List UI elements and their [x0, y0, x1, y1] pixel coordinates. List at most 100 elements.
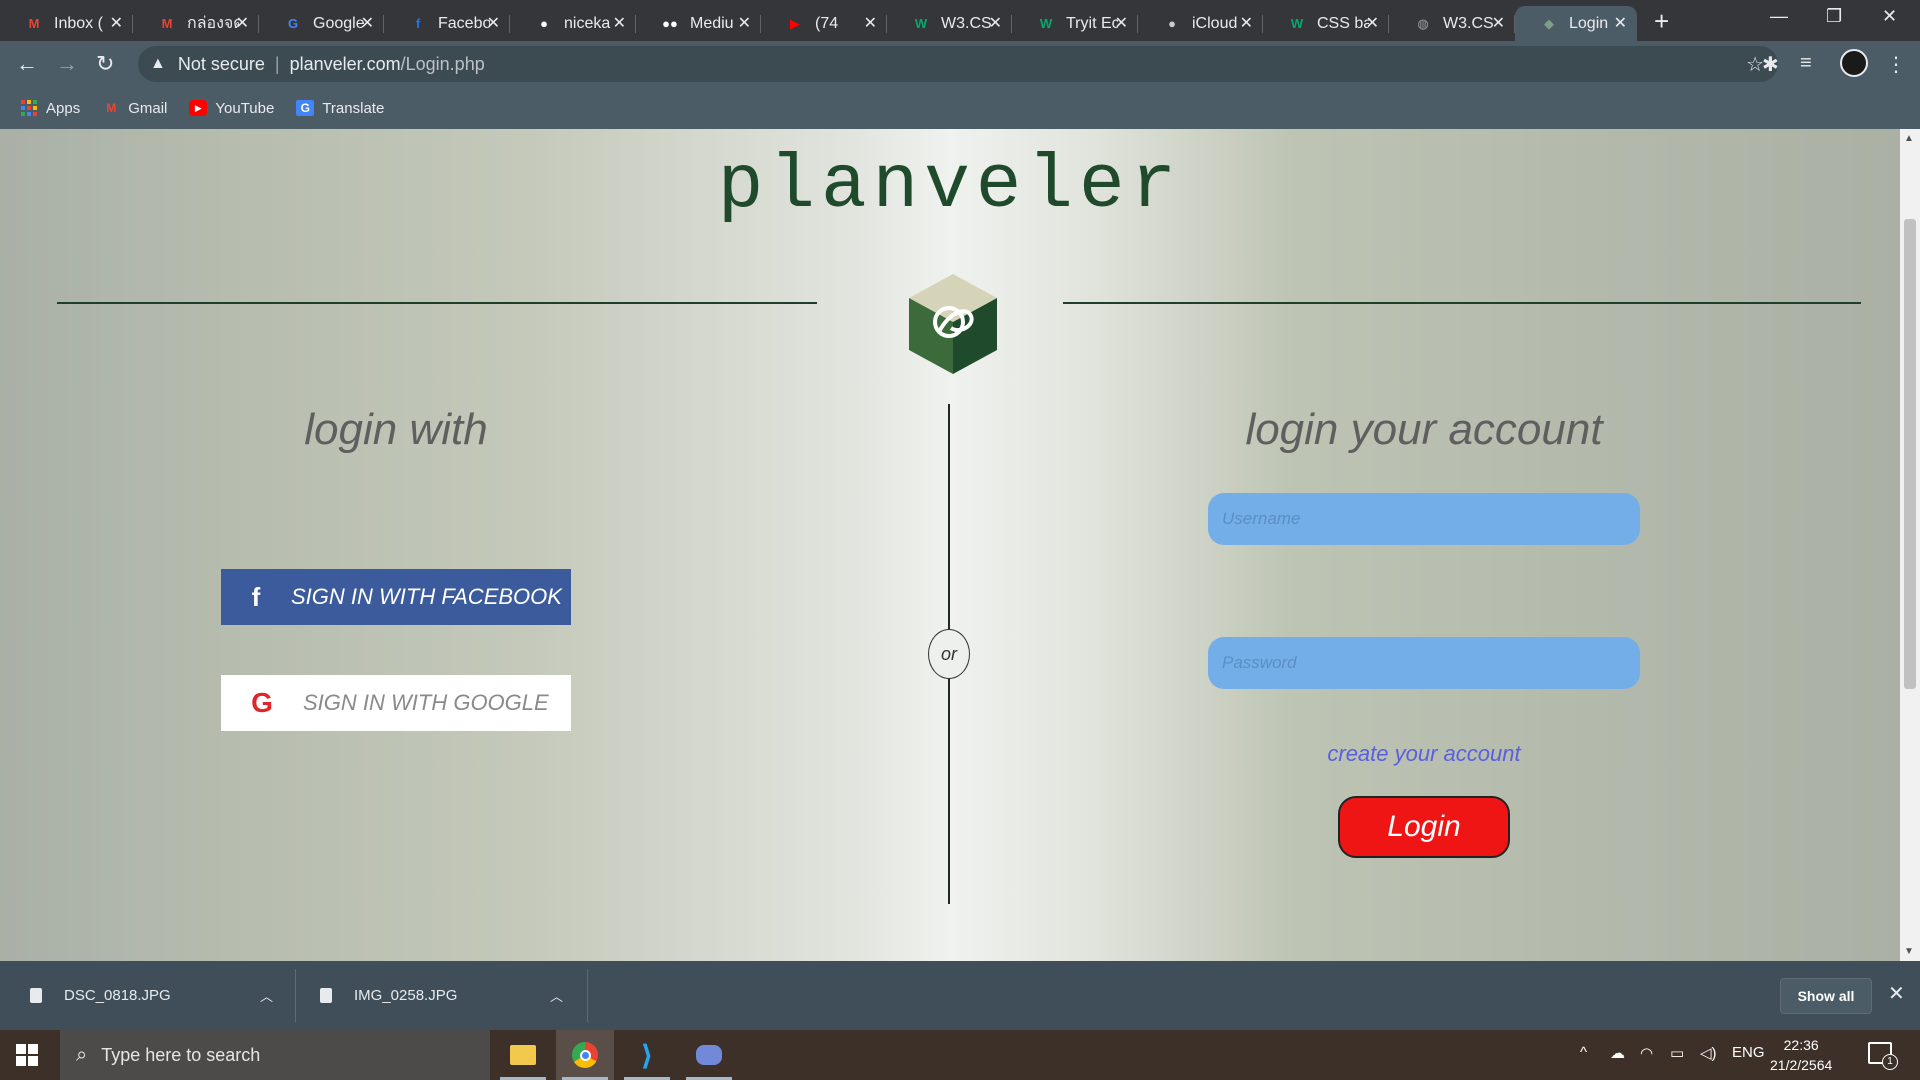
browser-tab[interactable]: M กล่องจด ✕: [133, 6, 259, 41]
battery-icon[interactable]: ▭: [1670, 1044, 1684, 1062]
forward-icon[interactable]: →: [56, 51, 78, 77]
browser-tab[interactable]: ● iCloud ✕: [1138, 6, 1263, 41]
tab-title: CSS ba: [1317, 14, 1369, 32]
browser-tab[interactable]: W Tryit Ec ✕: [1012, 6, 1138, 41]
show-all-downloads-button[interactable]: Show all: [1780, 978, 1872, 1014]
discord-icon[interactable]: [680, 1030, 738, 1080]
window-close-icon[interactable]: ✕: [1882, 6, 1897, 27]
media-control-icon[interactable]: ≡: [1800, 52, 1812, 75]
tab-close-icon[interactable]: ✕: [1240, 13, 1253, 33]
planveler-icon: ◆: [1544, 15, 1554, 31]
restore-icon[interactable]: ❐: [1826, 6, 1842, 27]
tab-close-icon[interactable]: ✕: [361, 13, 374, 33]
chevron-up-icon[interactable]: ︿: [550, 986, 563, 1005]
extensions-icon[interactable]: ✱: [1762, 52, 1779, 77]
or-divider: or: [928, 629, 970, 679]
facebook-icon: f: [251, 581, 261, 612]
tab-close-icon[interactable]: ✕: [738, 13, 751, 33]
profile-avatar[interactable]: [1840, 49, 1868, 77]
clock-time: 22:36: [1783, 1037, 1819, 1053]
login-with-heading: login with: [304, 405, 488, 454]
tab-close-icon[interactable]: ✕: [1115, 13, 1128, 33]
gmail-icon: M: [106, 101, 117, 115]
download-filename: DSC_0818.JPG: [64, 987, 171, 1004]
browser-tab[interactable]: G Google ✕: [259, 6, 384, 41]
tab-close-icon[interactable]: ✕: [1366, 13, 1379, 33]
tab-close-icon[interactable]: ✕: [236, 13, 249, 33]
browser-tab[interactable]: W W3.CS ✕: [887, 6, 1012, 41]
chevron-up-icon[interactable]: ︿: [260, 986, 273, 1005]
google-translate-icon: G: [287, 16, 299, 31]
browser-tab[interactable]: ● niceka ✕: [510, 6, 636, 41]
back-icon[interactable]: ←: [16, 51, 38, 77]
reload-icon[interactable]: ↻: [96, 51, 114, 77]
browser-tab[interactable]: M Inbox (✕: [0, 6, 133, 41]
onedrive-icon[interactable]: ☁: [1610, 1044, 1625, 1062]
tab-close-icon[interactable]: ✕: [864, 13, 877, 33]
browser-tab[interactable]: ●● Mediu ✕: [636, 6, 761, 41]
browser-tab[interactable]: ▶ (74 ✕: [761, 6, 887, 41]
tab-close-icon[interactable]: ✕: [1614, 13, 1627, 33]
browser-toolbar: ← → ↻ ▲ Not secure | planveler.com/Login…: [0, 41, 1920, 87]
tab-close-icon[interactable]: ✕: [110, 13, 123, 33]
bookmark-label: Translate: [322, 99, 385, 117]
background-overlay: [0, 129, 1900, 961]
minimize-icon[interactable]: —: [1770, 6, 1788, 27]
tab-title: W3.CS: [1443, 14, 1494, 32]
tab-close-icon[interactable]: ✕: [613, 13, 626, 33]
password-input[interactable]: [1208, 637, 1640, 689]
facebook-icon: f: [415, 16, 421, 31]
w3schools-icon: W: [1290, 16, 1304, 31]
browser-tab[interactable]: f Facebo ✕: [384, 6, 510, 41]
menu-kebab-icon[interactable]: ⋮: [1886, 52, 1906, 77]
github-icon: ●: [540, 16, 548, 31]
vscode-icon[interactable]: ⟩: [618, 1030, 676, 1080]
browser-tab[interactable]: ◍ W3.CS ✕: [1389, 6, 1515, 41]
download-item[interactable]: DSC_0818.JPG ︿: [30, 961, 280, 1030]
tab-title: Mediu: [690, 14, 734, 32]
windows-start-icon[interactable]: [16, 1044, 38, 1066]
tab-title: Facebo: [438, 14, 490, 32]
bookmark-gmail[interactable]: M Gmail: [102, 100, 167, 117]
tab-title: Tryit Ec: [1066, 14, 1118, 32]
w3schools-icon: W: [1039, 16, 1053, 31]
security-label[interactable]: Not secure: [178, 54, 265, 75]
bookmark-apps[interactable]: Apps: [20, 100, 80, 117]
tab-close-icon[interactable]: ✕: [1492, 13, 1505, 33]
google-signin-button[interactable]: G SIGN IN WITH GOOGLE: [221, 675, 571, 731]
tab-close-icon[interactable]: ✕: [487, 13, 500, 33]
scrollbar-thumb[interactable]: [1904, 219, 1916, 689]
browser-tab[interactable]: W CSS ba ✕: [1263, 6, 1389, 41]
new-tab-button[interactable]: +: [1654, 6, 1669, 37]
facebook-signin-button[interactable]: f SIGN IN WITH FACEBOOK: [221, 569, 571, 625]
page-scrollbar[interactable]: ▲ ▼: [1900, 129, 1920, 961]
wifi-icon[interactable]: ◠: [1640, 1044, 1653, 1062]
login-button[interactable]: Login: [1338, 796, 1510, 858]
bookmark-youtube[interactable]: ▶ YouTube: [189, 100, 274, 117]
address-bar[interactable]: ▲ Not secure | planveler.com/Login.php ☆: [138, 46, 1778, 82]
tray-chevron-up-icon[interactable]: ^: [1580, 1044, 1587, 1061]
language-indicator[interactable]: ENG: [1732, 1044, 1765, 1061]
bookmark-translate[interactable]: G Translate: [296, 100, 384, 117]
tab-close-icon[interactable]: ✕: [989, 13, 1002, 33]
google-icon: G: [251, 687, 273, 718]
taskbar-search[interactable]: ⌕ Type here to search: [60, 1030, 490, 1080]
volume-icon[interactable]: ◁): [1700, 1044, 1717, 1062]
download-separator: [295, 969, 296, 1022]
brand-logo-text: planveler: [717, 143, 1183, 229]
browser-tab[interactable]: ◆ Login ✕: [1515, 6, 1637, 41]
notifications-icon[interactable]: 1: [1868, 1042, 1898, 1070]
file-explorer-icon[interactable]: [494, 1030, 552, 1080]
chrome-icon[interactable]: [556, 1030, 614, 1080]
downloads-bar: DSC_0818.JPG ︿ IMG_0258.JPG ︿: [0, 961, 1920, 1030]
username-input[interactable]: [1208, 493, 1640, 545]
scroll-down-icon[interactable]: ▼: [1904, 946, 1914, 957]
google-button-label: SIGN IN WITH GOOGLE: [303, 690, 549, 715]
download-item[interactable]: IMG_0258.JPG ︿: [320, 961, 570, 1030]
scroll-up-icon[interactable]: ▲: [1904, 133, 1914, 144]
bookmarks-bar: Apps M Gmail ▶ YouTube G Translate: [0, 87, 1920, 129]
system-clock[interactable]: 22:36 21/2/2564: [1770, 1035, 1832, 1075]
download-filename: IMG_0258.JPG: [354, 987, 458, 1004]
close-downloads-icon[interactable]: ✕: [1888, 981, 1905, 1006]
create-account-link[interactable]: create your account: [1208, 741, 1640, 767]
